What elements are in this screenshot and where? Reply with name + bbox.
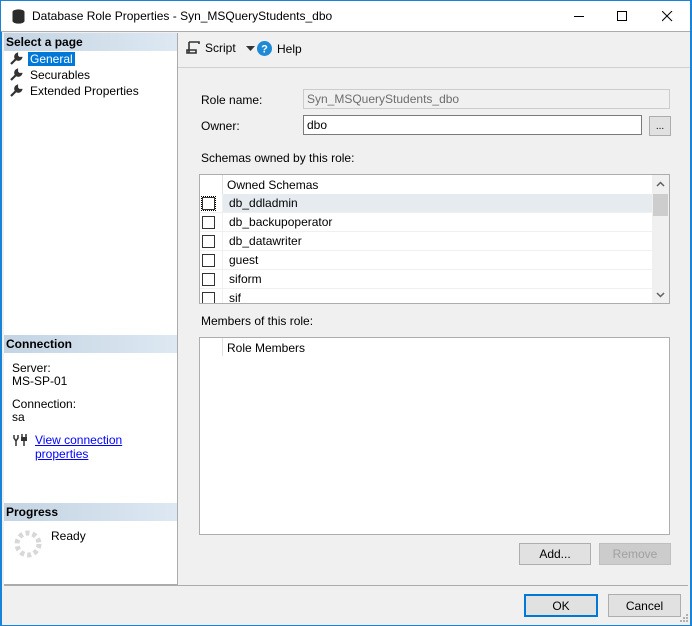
view-connection-properties-link[interactable]: View connection properties [35, 433, 177, 461]
schema-row[interactable]: guest [200, 251, 653, 270]
schema-name: siform [222, 270, 653, 288]
wrench-icon [10, 83, 23, 97]
vertical-scrollbar[interactable] [652, 175, 669, 303]
close-button[interactable] [644, 1, 690, 32]
plug-icon [13, 434, 27, 446]
server-label: Server: [12, 361, 51, 375]
wrench-icon [10, 67, 23, 81]
members-label: Members of this role: [201, 314, 314, 328]
maximize-icon [616, 11, 627, 21]
schema-row[interactable]: db_ddladmin [200, 194, 653, 213]
schemas-label: Schemas owned by this role: [201, 151, 355, 165]
progress-header: Progress [4, 503, 177, 521]
toolbar: Script ? Help [178, 33, 691, 68]
owner-field[interactable]: dbo [303, 115, 642, 135]
script-label: Script [205, 41, 236, 55]
nav-item-label: Securables [30, 67, 91, 82]
role-name-field[interactable]: Syn_MSQueryStudents_dbo [303, 89, 670, 109]
nav-item-extended-properties[interactable]: Extended Properties [9, 83, 141, 98]
grid-header: Role Members [200, 338, 660, 357]
role-members-grid: Role Members [199, 337, 670, 535]
chevron-down-icon[interactable] [245, 45, 255, 51]
dialog-window: Database Role Properties - Syn_MSQuerySt… [0, 0, 692, 626]
minimize-icon [573, 16, 584, 17]
scroll-down-button[interactable] [652, 286, 669, 303]
resize-grip-icon[interactable] [680, 614, 688, 622]
progress-spinner-icon [14, 530, 42, 558]
script-button[interactable]: Script [186, 41, 255, 55]
role-members-column-header[interactable]: Role Members [227, 341, 305, 355]
add-member-button[interactable]: Add... [519, 543, 591, 565]
wrench-icon [10, 51, 23, 65]
ok-button[interactable]: OK [524, 594, 598, 617]
schema-name: db_datawriter [222, 232, 653, 250]
schema-row[interactable]: db_datawriter [200, 232, 653, 251]
nav-item-label: Extended Properties [30, 83, 139, 98]
role-name-label: Role name: [201, 93, 263, 107]
scrollbar-thumb[interactable] [653, 194, 668, 216]
select-page-header: Select a page [4, 33, 177, 51]
nav-item-label: General [28, 51, 75, 66]
maximize-button[interactable] [599, 1, 645, 32]
progress-status: Ready [51, 529, 86, 543]
connection-label: Connection: [12, 397, 77, 411]
schema-checkbox[interactable] [202, 215, 215, 229]
schema-name: db_backupoperator [222, 213, 653, 231]
svg-text:?: ? [261, 44, 268, 56]
footer-divider [4, 585, 688, 586]
schema-row[interactable]: sif [200, 289, 653, 303]
scroll-up-button[interactable] [652, 175, 669, 192]
cancel-button[interactable]: Cancel [608, 594, 681, 617]
help-label: Help [277, 41, 302, 56]
schema-checkbox[interactable] [202, 234, 215, 248]
nav-item-securables[interactable]: Securables [9, 67, 92, 82]
close-icon [661, 11, 672, 22]
owner-label: Owner: [201, 119, 240, 133]
minimize-button[interactable] [556, 1, 602, 32]
help-button[interactable]: ? Help [257, 41, 302, 56]
schema-checkbox[interactable] [201, 195, 216, 211]
chevron-up-icon [656, 180, 665, 187]
owned-schemas-grid: Owned Schemas db_ddladmin db_backupoperat… [199, 174, 670, 304]
owned-schemas-column-header[interactable]: Owned Schemas [227, 178, 318, 192]
script-icon [186, 41, 200, 54]
browse-owner-button[interactable]: ... [649, 116, 671, 136]
schema-checkbox[interactable] [202, 253, 215, 267]
title-bar: Database Role Properties - Syn_MSQuerySt… [1, 1, 691, 32]
connection-header: Connection [4, 335, 177, 353]
remove-member-button[interactable]: Remove [599, 543, 671, 565]
connection-value: sa [12, 410, 25, 424]
schema-row[interactable]: db_backupoperator [200, 213, 653, 232]
database-icon [12, 9, 25, 24]
schema-name: db_ddladmin [222, 194, 653, 212]
window-title: Database Role Properties - Syn_MSQuerySt… [32, 9, 333, 23]
schema-checkbox[interactable] [202, 291, 215, 303]
grid-header: Owned Schemas [200, 175, 653, 194]
left-panel: Select a page General Securables Extende… [4, 33, 178, 585]
nav-item-general[interactable]: General [9, 51, 75, 66]
schema-name: guest [222, 251, 653, 269]
schema-name: sif [222, 289, 653, 303]
server-value: MS-SP-01 [12, 374, 68, 388]
help-icon: ? [257, 41, 272, 56]
chevron-down-icon [656, 291, 665, 298]
main-panel: Script ? Help Role name: Syn_MSQueryStud… [178, 33, 691, 585]
schema-checkbox[interactable] [202, 272, 215, 286]
schema-row[interactable]: siform [200, 270, 653, 289]
